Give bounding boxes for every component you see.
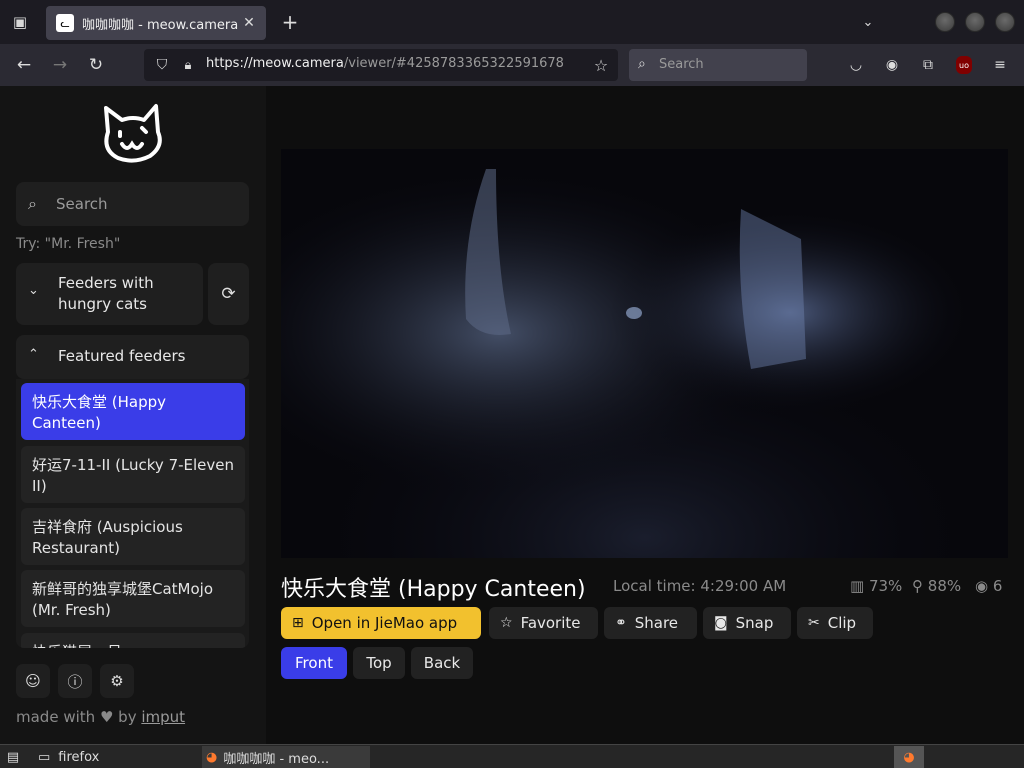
taskbar-window-label: 咖咖咖咖 - meo... — [223, 751, 330, 767]
settings-gear-icon[interactable]: ⚙ — [100, 664, 134, 698]
qr-code-icon: ⊞ — [292, 615, 304, 631]
camera-icon: ◙ — [714, 615, 728, 631]
camera-video-feed[interactable] — [281, 149, 1008, 558]
eye-icon: ◉ — [975, 577, 989, 595]
app-root: ⌕ Try: "Mr. Fresh" ⌄ Feeders with hungry… — [0, 86, 1024, 744]
refresh-icon[interactable]: ⟳ — [208, 263, 249, 325]
discord-icon[interactable]: ☺ — [16, 664, 50, 698]
close-tab-icon[interactable]: ✕ — [240, 14, 258, 32]
url-host: https://meow.camera — [206, 56, 344, 71]
cat-logo-icon — [104, 104, 162, 163]
feeder-item-lucky-7-eleven-ii[interactable]: 好运7-11-II (Lucky 7-Eleven II) — [21, 446, 245, 503]
share-label: Share — [634, 614, 679, 632]
chevron-down-icon[interactable]: ⌄ — [856, 10, 880, 34]
minimize-window-button[interactable] — [935, 12, 955, 32]
lock-icon[interactable]: 🔒︎ — [178, 55, 198, 75]
favorite-label: Favorite — [520, 614, 581, 632]
tray-firefox-icon[interactable]: ◕ — [894, 746, 924, 768]
chevron-up-icon: ⌃ — [28, 347, 39, 362]
browser-tabbar: ▣ ᓚ 咖咖咖咖 - meow.camera ✕ + ⌄ — [0, 0, 1024, 44]
taskbar-folder-label: firefox — [58, 749, 100, 765]
show-desktop-icon[interactable]: ▤ — [2, 746, 24, 768]
url-path: /viewer/#4258783365322591678 — [343, 56, 564, 71]
os-taskbar: ▤ ▭ firefox ◕ 咖咖咖咖 - meo... ◕ — [0, 744, 1024, 768]
active-tab[interactable]: ᓚ 咖咖咖咖 - meow.camera ✕ — [46, 6, 266, 40]
tab-title: 咖咖咖咖 - meow.camera — [82, 17, 239, 33]
feeder-item-auspicious-restaurant[interactable]: 吉祥食府 (Auspicious Restaurant) — [21, 508, 245, 565]
search-hint: Try: "Mr. Fresh" — [16, 236, 121, 252]
favorite-button[interactable]: ☆ Favorite — [489, 607, 598, 639]
heart-icon: ♥ — [99, 708, 114, 726]
camera-title: 快乐大食堂 (Happy Canteen) — [281, 577, 586, 602]
chevron-down-icon: ⌄ — [28, 283, 39, 298]
share-button[interactable]: ⚭ Share — [604, 607, 697, 639]
view-front-button[interactable]: Front — [281, 647, 347, 679]
viewers-stat: ◉ 6 — [975, 577, 1002, 595]
signal-value: 88% — [927, 577, 962, 595]
hungry-feeders-toggle[interactable]: ⌄ Feeders with hungry cats — [16, 263, 203, 325]
taskbar-folder-item[interactable]: ▭ firefox — [38, 746, 99, 768]
taskbar-window-item[interactable]: ◕ 咖咖咖咖 - meo... — [202, 746, 370, 768]
url-text[interactable]: https://meow.camera/viewer/#425878336532… — [206, 56, 564, 71]
maximize-window-button[interactable] — [965, 12, 985, 32]
food-level-stat: ▥ 73% — [850, 577, 902, 595]
food-level-value: 73% — [868, 577, 903, 595]
video-frame-image — [281, 149, 1008, 558]
folder-icon: ▭ — [38, 749, 51, 765]
browser-navbar: ← → ↻ ⛉ 🔒︎ https://meow.camera/viewer/#4… — [0, 44, 1024, 86]
featured-feeders-toggle[interactable]: ⌃ Featured feeders — [16, 335, 249, 379]
clip-label: Clip — [827, 614, 857, 632]
pocket-icon[interactable]: ◡ — [845, 54, 867, 76]
local-time: Local time: 4:29:00 AM — [613, 577, 787, 595]
search-icon: ⌕ — [28, 194, 37, 213]
shield-icon[interactable]: ⛉ — [152, 55, 172, 75]
hungry-feeders-label: Feeders with hungry cats — [58, 274, 154, 313]
forward-arrow-icon[interactable]: → — [48, 53, 72, 77]
feeder-list[interactable]: 快乐大食堂 (Happy Canteen) 好运7-11-II (Lucky 7… — [16, 379, 249, 648]
extensions-icon[interactable]: ⧉ — [917, 54, 939, 76]
sidebar: ⌕ Try: "Mr. Fresh" ⌄ Feeders with hungry… — [0, 86, 266, 744]
browser-search-bar[interactable]: ⌕ Search — [629, 49, 807, 81]
feeder-item-mr-fresh[interactable]: 新鲜哥的独享城堡CatMojo (Mr. Fresh) — [21, 570, 245, 627]
star-icon: ☆ — [500, 615, 513, 631]
food-bowl-icon: ▥ — [850, 577, 865, 595]
firefox-icon: ◕ — [206, 749, 218, 765]
link-icon: ⚭ — [615, 615, 627, 631]
feeder-item-happy-canteen[interactable]: 快乐大食堂 (Happy Canteen) — [21, 383, 245, 440]
author-link[interactable]: imput — [141, 708, 185, 726]
clip-button[interactable]: ✂ Clip — [797, 607, 873, 639]
url-bar[interactable]: ⛉ 🔒︎ https://meow.camera/viewer/#4258783… — [144, 49, 618, 81]
sidebar-search-input[interactable] — [56, 192, 241, 216]
satellite-icon: ⚲ — [912, 577, 923, 595]
made-with-credit: made with ♥ by imput — [16, 708, 185, 726]
tab-list-icon[interactable]: ▣ — [8, 10, 32, 34]
sidebar-search-box[interactable]: ⌕ — [16, 182, 249, 226]
scissors-icon: ✂ — [808, 615, 820, 631]
snap-button[interactable]: ◙ Snap — [703, 607, 791, 639]
info-icon[interactable]: ⓘ — [58, 664, 92, 698]
featured-feeders-label: Featured feeders — [58, 347, 186, 365]
view-top-button[interactable]: Top — [353, 647, 405, 679]
account-icon[interactable]: ◉ — [881, 54, 903, 76]
snap-label: Snap — [735, 614, 774, 632]
reload-icon[interactable]: ↻ — [84, 53, 108, 77]
browser-search-placeholder: Search — [659, 57, 704, 72]
open-in-app-button[interactable]: ⊞ Open in JieMao app — [281, 607, 481, 639]
by-text: by — [118, 708, 137, 726]
back-arrow-icon[interactable]: ← — [12, 53, 36, 77]
feeder-item-happy-cat-house[interactable]: 快乐猫屋一号 — [21, 633, 245, 648]
menu-icon[interactable]: ≡ — [989, 54, 1011, 76]
bookmark-star-icon[interactable]: ☆ — [590, 54, 612, 76]
close-window-button[interactable] — [995, 12, 1015, 32]
viewers-value: 6 — [992, 577, 1003, 595]
ublock-icon[interactable]: uo — [956, 56, 972, 74]
new-tab-icon[interactable]: + — [278, 10, 302, 34]
search-icon: ⌕ — [638, 56, 646, 72]
open-in-app-label: Open in JieMao app — [311, 614, 458, 632]
view-back-button[interactable]: Back — [411, 647, 473, 679]
made-with-text: made with — [16, 708, 96, 726]
cat-favicon-icon: ᓚ — [56, 14, 74, 32]
signal-stat: ⚲ 88% — [912, 577, 961, 595]
